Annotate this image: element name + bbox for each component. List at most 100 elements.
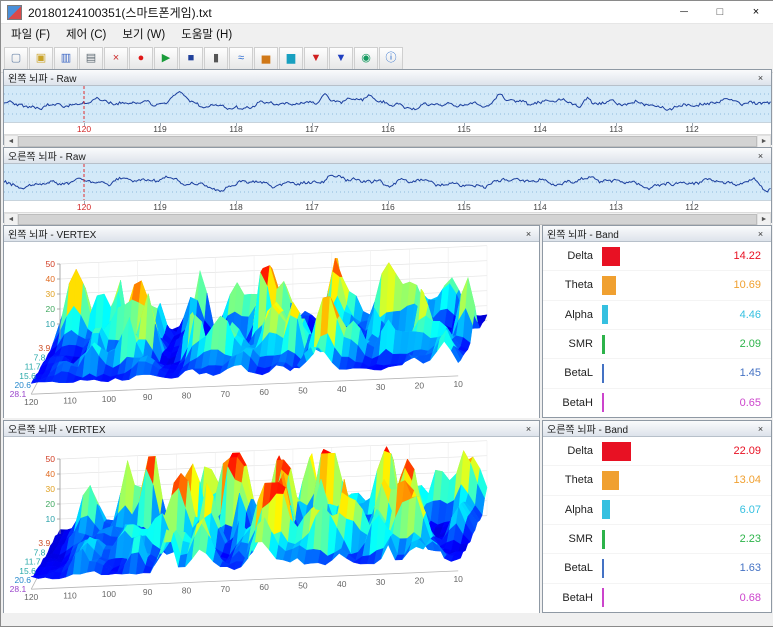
x-tick-label: 119 bbox=[153, 202, 167, 212]
delete-button[interactable]: × bbox=[104, 47, 128, 70]
band-bar bbox=[602, 588, 604, 607]
x-tick-label: 113 bbox=[609, 202, 623, 212]
band-row-smr: SMR2.09 bbox=[543, 330, 771, 359]
band-view-button[interactable]: ▆ bbox=[279, 47, 303, 70]
menu-item-control[interactable]: 제어 (C) bbox=[58, 24, 114, 44]
band-bar bbox=[602, 500, 610, 519]
svg-text:40: 40 bbox=[337, 384, 347, 394]
title-bar: 20180124100351(스마트폰게임).txt ─ □ × bbox=[1, 1, 773, 24]
svg-text:120: 120 bbox=[24, 397, 38, 407]
band-value: 4.46 bbox=[740, 309, 761, 321]
marker-blue-button[interactable]: ▼ bbox=[329, 47, 353, 70]
band-row-alpha: Alpha6.07 bbox=[543, 496, 771, 525]
band-row-alpha: Alpha4.46 bbox=[543, 301, 771, 330]
svg-text:110: 110 bbox=[63, 396, 77, 406]
menu-item-file[interactable]: 파일 (F) bbox=[3, 24, 58, 44]
globe-icon: ◉ bbox=[361, 53, 371, 64]
svg-text:90: 90 bbox=[143, 587, 153, 597]
maximize-button[interactable]: □ bbox=[702, 1, 738, 23]
marker-blue-icon: ▼ bbox=[336, 53, 347, 64]
marker-red-button[interactable]: ▼ bbox=[304, 47, 328, 70]
band-label: BetaH bbox=[549, 397, 593, 409]
panel-left-raw: 왼쪽 뇌파 - Raw × 12011911811711611511411311… bbox=[3, 69, 772, 145]
globe-button[interactable]: ◉ bbox=[354, 47, 378, 70]
left-raw-scrollbar[interactable]: ◄ ► bbox=[4, 134, 771, 148]
svg-text:10: 10 bbox=[453, 574, 463, 584]
band-bar bbox=[602, 305, 608, 324]
band-value: 2.09 bbox=[740, 338, 761, 350]
left-raw-waveform[interactable] bbox=[4, 86, 771, 122]
svg-text:50: 50 bbox=[46, 259, 56, 269]
record-button[interactable]: ● bbox=[129, 47, 153, 70]
x-tick-label: 120 bbox=[77, 124, 91, 134]
panel-right-raw-header: 오른쪽 뇌파 - Raw × bbox=[4, 148, 771, 164]
svg-text:30: 30 bbox=[46, 289, 56, 299]
panel-close-icon[interactable]: × bbox=[522, 229, 535, 239]
x-tick-label: 113 bbox=[609, 124, 623, 134]
band-bar bbox=[602, 364, 604, 383]
panel-right-vertex-title: 오른쪽 뇌파 - VERTEX bbox=[8, 421, 106, 436]
new-file-button[interactable]: ▢ bbox=[4, 47, 28, 70]
play-icon: ▶ bbox=[162, 53, 170, 64]
raw-view-icon: ≈ bbox=[238, 53, 244, 64]
stop-icon: ■ bbox=[188, 53, 195, 64]
right-raw-waveform[interactable] bbox=[4, 164, 771, 200]
panel-right-band: 오른쪽 뇌파 - Band × Delta 22.09 Theta13.04Alph… bbox=[542, 420, 772, 613]
play-button[interactable]: ▶ bbox=[154, 47, 178, 70]
band-view-icon: ▆ bbox=[287, 53, 295, 64]
about-button[interactable]: ⓘ bbox=[379, 47, 403, 70]
panel-right-band-title: 오른쪽 뇌파 - Band bbox=[547, 421, 628, 436]
stop-button[interactable]: ■ bbox=[179, 47, 203, 70]
print-icon: ▤ bbox=[86, 53, 96, 64]
about-icon: ⓘ bbox=[386, 53, 397, 64]
panel-left-band-header: 왼쪽 뇌파 - Band × bbox=[543, 226, 771, 242]
x-tick-label: 119 bbox=[153, 124, 167, 134]
close-button[interactable]: × bbox=[738, 1, 773, 23]
svg-text:10: 10 bbox=[46, 514, 56, 524]
x-tick-label: 116 bbox=[381, 202, 395, 212]
right-vertex-3d-plot[interactable]: 50403020103.97.811.715.620.628.112011010… bbox=[4, 437, 539, 613]
panel-close-icon[interactable]: × bbox=[754, 73, 767, 83]
panel-close-icon[interactable]: × bbox=[522, 424, 535, 434]
band-value: 22.09 bbox=[733, 445, 761, 457]
app-icon bbox=[7, 5, 22, 20]
band-row-delta: Delta 22.09 bbox=[543, 437, 771, 466]
band-bar bbox=[602, 247, 620, 266]
panel-right-raw: 오른쪽 뇌파 - Raw × 1201191181171161151141131… bbox=[3, 147, 772, 223]
svg-text:20: 20 bbox=[415, 576, 425, 586]
menu-item-help[interactable]: 도움말 (H) bbox=[173, 24, 240, 44]
new-file-icon: ▢ bbox=[11, 53, 21, 64]
bar-chart-view-icon: ▅ bbox=[262, 53, 270, 64]
save-button[interactable]: ▥ bbox=[54, 47, 78, 70]
bar-chart-view-button[interactable]: ▅ bbox=[254, 47, 278, 70]
svg-text:50: 50 bbox=[298, 386, 308, 396]
menu-item-view[interactable]: 보기 (W) bbox=[114, 24, 173, 44]
scroll-thumb[interactable] bbox=[18, 136, 757, 147]
band-bar bbox=[602, 442, 631, 461]
raw-view-button[interactable]: ≈ bbox=[229, 47, 253, 70]
scroll-thumb[interactable] bbox=[18, 214, 757, 225]
band-value: 2.23 bbox=[740, 533, 761, 545]
svg-text:60: 60 bbox=[259, 582, 269, 592]
panel-close-icon[interactable]: × bbox=[754, 151, 767, 161]
band-label: Delta bbox=[549, 445, 593, 457]
svg-text:20: 20 bbox=[46, 304, 56, 314]
minimize-button[interactable]: ─ bbox=[666, 1, 702, 23]
pause-button[interactable]: ▮ bbox=[204, 47, 228, 70]
x-tick-label: 120 bbox=[77, 202, 91, 212]
band-bar bbox=[602, 530, 605, 549]
band-label: Theta bbox=[549, 474, 593, 486]
band-row-betah: BetaH0.68 bbox=[543, 584, 771, 612]
svg-text:50: 50 bbox=[46, 454, 56, 464]
panel-close-icon[interactable]: × bbox=[754, 229, 767, 239]
band-value: 6.07 bbox=[740, 504, 761, 516]
right-raw-scrollbar[interactable]: ◄ ► bbox=[4, 212, 771, 226]
open-file-button[interactable]: ▣ bbox=[29, 47, 53, 70]
band-row-theta: Theta13.04 bbox=[543, 466, 771, 495]
print-button[interactable]: ▤ bbox=[79, 47, 103, 70]
band-row-betah: BetaH0.65 bbox=[543, 389, 771, 417]
x-tick-label: 117 bbox=[305, 202, 319, 212]
left-vertex-3d-plot[interactable]: 50403020103.97.811.715.620.628.112011010… bbox=[4, 242, 539, 418]
delete-icon: × bbox=[113, 53, 119, 64]
panel-close-icon[interactable]: × bbox=[754, 424, 767, 434]
